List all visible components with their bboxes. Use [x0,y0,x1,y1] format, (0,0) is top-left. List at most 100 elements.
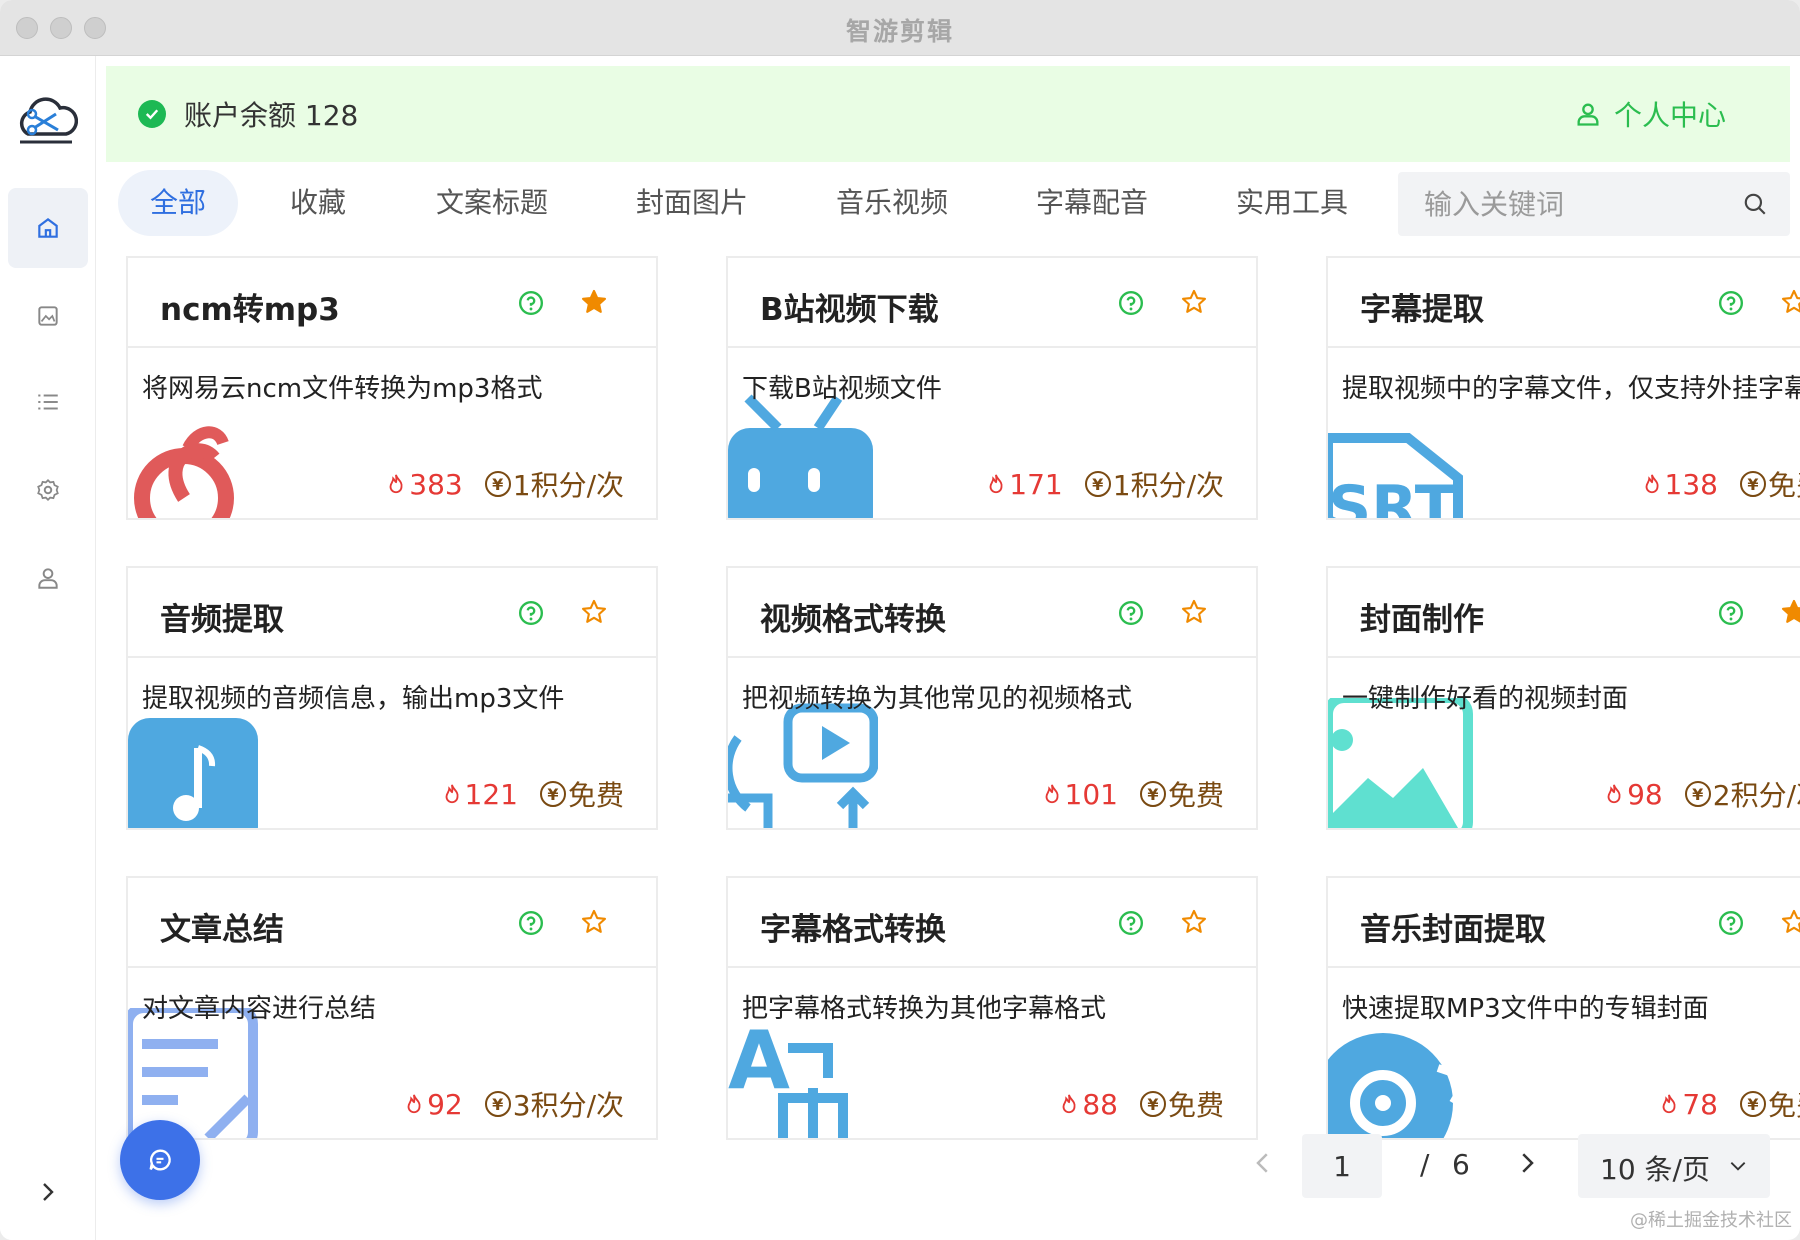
page-number-input[interactable] [1302,1134,1382,1198]
tool-card[interactable]: 视频格式转换 把视频转换为其他常见的视频格式 101 ¥ 免费 [726,566,1258,830]
check-circle-icon [138,100,166,128]
card-header: 文章总结 [128,878,656,968]
price-label: 免费 [567,779,624,812]
tab-favorites[interactable]: 收藏 [262,170,374,236]
favorite-star-icon[interactable] [1780,288,1800,316]
page-size-select[interactable]: 10 条/页 [1578,1134,1770,1198]
user-icon [1577,103,1599,126]
page-size-value: 10 条/页 [1600,1153,1710,1186]
popularity: 138 [1641,468,1718,501]
tab-copywriting[interactable]: 文案标题 [418,170,566,236]
watermark: @稀土掘金技术社区 [1630,1210,1792,1231]
nav-user[interactable] [8,538,88,618]
nav-list[interactable] [8,362,88,442]
account-banner: 账户余额 128 个人中心 [106,66,1790,162]
help-icon[interactable] [1118,290,1144,316]
favorite-star-icon[interactable] [580,288,608,316]
price: ¥ 1积分/次 [484,464,624,504]
account-balance: 账户余额 128 [184,99,359,132]
search-icon[interactable] [1742,191,1768,217]
card-title: ncm转mp3 [160,292,340,328]
card-stats: 92 ¥ 3积分/次 [403,1084,624,1124]
card-stats: 383 ¥ 1积分/次 [385,464,624,504]
tool-card[interactable]: 字幕提取 SRT 提取视频中的字幕文件，仅支持外挂字幕 138 ¥ 免费 [1326,256,1800,520]
help-icon[interactable] [1718,910,1744,936]
card-stats: 138 ¥ 免费 [1641,464,1800,504]
tab-music-video[interactable]: 音乐视频 [818,170,966,236]
tab-cover-image[interactable]: 封面图片 [618,170,766,236]
app-logo [14,92,79,152]
svg-text:SRT: SRT [1328,473,1456,518]
card-stats: 78 ¥ 免费 [1658,1084,1800,1124]
price-label: 2积分/次 [1712,779,1800,812]
help-icon[interactable] [1718,600,1744,626]
price: ¥ 免费 [1139,774,1224,814]
tool-card[interactable]: 音频提取 提取视频的音频信息，输出mp3文件 121 ¥ 免费 [126,566,658,830]
favorite-star-icon[interactable] [1180,288,1208,316]
card-header: ncm转mp3 [128,258,656,348]
sidebar [0,56,96,1240]
chevron-down-icon [1730,1162,1746,1171]
favorite-star-icon[interactable] [580,908,608,936]
favorite-star-icon[interactable] [1780,908,1800,936]
price: ¥ 免费 [1739,464,1800,504]
card-title: B站视频下载 [760,292,939,328]
nav-settings[interactable] [8,450,88,530]
nav-home[interactable] [8,188,88,268]
tool-card[interactable]: 封面制作 一键制作好看的视频封面 98 ¥ 2积分/次 [1326,566,1800,830]
card-stats: 101 ¥ 免费 [1041,774,1224,814]
help-icon[interactable] [1718,290,1744,316]
tool-card[interactable]: ncm转mp3 将网易云ncm文件转换为mp3格式 383 ¥ 1积分/次 [126,256,658,520]
sidebar-expand-button[interactable] [30,1174,66,1210]
fire-icon [389,474,403,494]
popularity: 121 [441,778,518,811]
popularity-count: 78 [1682,1087,1718,1121]
next-page-button[interactable] [1512,1148,1542,1178]
tab-utilities[interactable]: 实用工具 [1218,170,1366,236]
chat-button[interactable] [120,1120,200,1200]
tool-card[interactable]: 音乐封面提取 快速提取MP3文件中的专辑封面 78 ¥ 免费 [1326,876,1800,1140]
tool-card[interactable]: 字幕格式转换 A 把字幕格式转换为其他字幕格式 88 ¥ 免费 [726,876,1258,1140]
tab-all[interactable]: 全部 [118,170,238,236]
nav-image[interactable] [8,276,88,356]
tool-card[interactable]: 文章总结 对文章内容进行总结 92 ¥ 3积分/次 [126,876,658,1140]
coin-icon: ¥ [539,781,566,807]
popularity-count: 383 [409,467,463,501]
home-icon [38,217,58,238]
favorite-star-icon[interactable] [1180,598,1208,626]
price: ¥ 3积分/次 [484,1084,624,1124]
search-input[interactable] [1424,172,1724,236]
page-total: 6 [1452,1148,1470,1181]
chevron-right-icon [43,1183,54,1201]
prev-page-button[interactable] [1248,1148,1278,1178]
coin-icon: ¥ [1739,471,1766,497]
help-icon[interactable] [1118,600,1144,626]
tab-subtitle-dubbing[interactable]: 字幕配音 [1018,170,1166,236]
help-icon[interactable] [1118,910,1144,936]
card-header: 字幕提取 [1328,258,1800,348]
fire-icon [989,474,1003,494]
coin-icon: ¥ [1739,1091,1766,1117]
help-icon[interactable] [518,290,544,316]
help-icon[interactable] [518,910,544,936]
user-center-link[interactable]: 个人中心 [1574,94,1726,134]
card-header: 音乐封面提取 [1328,878,1800,968]
fire-icon [1607,784,1621,804]
help-icon[interactable] [518,600,544,626]
favorite-star-icon[interactable] [1180,908,1208,936]
coin-icon: ¥ [1084,471,1111,497]
image-icon [38,306,58,326]
favorite-star-icon[interactable] [1780,598,1800,626]
card-title: 字幕格式转换 [760,912,946,948]
user-icon [38,568,58,589]
card-stats: 121 ¥ 免费 [441,774,624,814]
popularity-count: 88 [1082,1087,1118,1121]
favorite-star-icon[interactable] [580,598,608,626]
gear-icon [37,479,59,501]
card-title: 音频提取 [160,602,284,638]
price-label: 1积分/次 [512,469,624,502]
tool-card[interactable]: B站视频下载 下载B站视频文件 171 ¥ 1积分/次 [726,256,1258,520]
chat-icon [149,1149,171,1171]
price-label: 1积分/次 [1112,469,1224,502]
card-stats: 88 ¥ 免费 [1058,1084,1224,1124]
